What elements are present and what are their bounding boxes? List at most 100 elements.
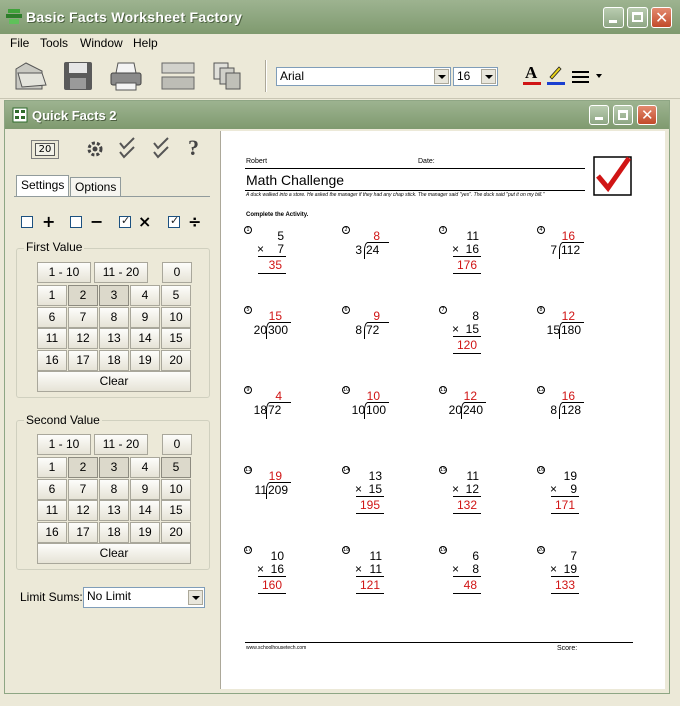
first-value-number-button[interactable]: 10: [161, 306, 191, 328]
first-value-number-button[interactable]: 9: [130, 306, 160, 328]
first-value-range-button[interactable]: 0: [162, 262, 192, 283]
divide-checkbox[interactable]: [168, 214, 180, 228]
second-value-number-button[interactable]: 12: [68, 500, 98, 521]
first-value-number-button[interactable]: 16: [37, 349, 67, 371]
second-value-number-button[interactable]: 11: [37, 500, 67, 521]
first-value-number-button[interactable]: 19: [130, 349, 160, 371]
second-value-number-button[interactable]: 2: [68, 457, 98, 478]
second-value-number-button[interactable]: 15: [161, 500, 191, 521]
help-icon[interactable]: ?: [188, 135, 199, 161]
font-size-select[interactable]: 16: [453, 67, 498, 86]
save-icon[interactable]: [60, 59, 96, 93]
multiplicand: 11: [369, 549, 382, 563]
preview-icon[interactable]: [160, 59, 196, 93]
second-value-clear-button[interactable]: Clear: [37, 543, 191, 564]
multiply-label: ×: [138, 212, 152, 231]
dividend: 100: [366, 403, 387, 417]
first-value-number-button[interactable]: 1: [37, 285, 67, 306]
second-value-number-button[interactable]: 6: [37, 478, 67, 500]
check-all-icon[interactable]: [152, 137, 174, 161]
first-value-number-button[interactable]: 2: [68, 285, 98, 306]
second-value-number-button[interactable]: 13: [99, 500, 129, 521]
first-value-number-button[interactable]: 17: [68, 349, 98, 371]
second-value-number-button[interactable]: 7: [68, 478, 98, 500]
maximize-button[interactable]: [627, 7, 648, 28]
divisor: 8: [550, 403, 557, 417]
add-checkbox[interactable]: [21, 216, 33, 228]
first-value-range-button[interactable]: 11 - 20: [94, 262, 148, 283]
second-value-range-button[interactable]: 0: [162, 434, 192, 455]
first-value-number-button[interactable]: 13: [99, 328, 129, 349]
first-value-number-button[interactable]: 15: [161, 328, 191, 349]
font-name-select[interactable]: Arial: [276, 67, 451, 86]
chevron-down-icon[interactable]: [481, 69, 496, 84]
second-value-number-button[interactable]: 10: [161, 478, 191, 500]
problem-number: 3: [439, 226, 447, 234]
font-name-value: Arial: [280, 69, 305, 83]
child-maximize-button[interactable]: [613, 105, 633, 125]
second-value-number-button[interactable]: 3: [99, 457, 129, 478]
open-icon[interactable]: [12, 59, 48, 93]
chevron-down-icon[interactable]: [188, 590, 203, 605]
second-value-number-button[interactable]: 14: [130, 500, 160, 521]
menu-help[interactable]: Help: [133, 36, 158, 50]
first-value-number-button[interactable]: 14: [130, 328, 160, 349]
first-value-number-button[interactable]: 11: [37, 328, 67, 349]
print-icon[interactable]: [108, 59, 144, 93]
first-value-range-button[interactable]: 1 - 10: [37, 262, 91, 283]
tab-settings[interactable]: Settings: [16, 175, 70, 197]
gear-icon[interactable]: [84, 138, 106, 160]
problem-number: 13: [244, 466, 252, 474]
second-value-number-button[interactable]: 9: [130, 478, 160, 500]
second-value-number-button[interactable]: 20: [161, 521, 191, 543]
answer: 10: [366, 389, 380, 403]
problem-count-box[interactable]: 20: [31, 140, 59, 159]
first-value-number-button[interactable]: 8: [99, 306, 129, 328]
first-value-number-button[interactable]: 4: [130, 285, 160, 306]
limit-sums-select[interactable]: No Limit: [83, 587, 205, 608]
answer: 176: [456, 258, 477, 272]
second-value-number-button[interactable]: 18: [99, 521, 129, 543]
dividend: 112: [561, 243, 581, 257]
second-value-number-button[interactable]: 1: [37, 457, 67, 478]
pages-icon[interactable]: [210, 59, 246, 93]
second-value-number-button[interactable]: 19: [130, 521, 160, 543]
second-value-number-button[interactable]: 5: [161, 457, 191, 478]
first-value-number-button[interactable]: 20: [161, 349, 191, 371]
problem-number: 5: [244, 306, 252, 314]
problem-number: 16: [537, 466, 545, 474]
second-value-number-button[interactable]: 17: [68, 521, 98, 543]
first-value-clear-button[interactable]: Clear: [37, 371, 191, 392]
child-minimize-button[interactable]: [589, 105, 609, 125]
child-close-button[interactable]: ✕: [637, 105, 657, 125]
highlight-color-button[interactable]: [546, 63, 566, 87]
multiplicand: 11: [466, 229, 479, 243]
menu-tools[interactable]: Tools: [40, 36, 68, 50]
check-icon[interactable]: [118, 137, 140, 161]
minimize-button[interactable]: [603, 7, 624, 28]
menu-window[interactable]: Window: [80, 36, 123, 50]
text-color-button[interactable]: A: [522, 63, 542, 87]
text-color-icon: A: [525, 63, 538, 82]
multiplier: 12: [465, 482, 479, 496]
answer: 12: [561, 309, 575, 323]
second-value-range-button[interactable]: 11 - 20: [94, 434, 148, 455]
multiply-checkbox[interactable]: [119, 214, 131, 228]
second-value-number-button[interactable]: 4: [130, 457, 160, 478]
chevron-down-icon[interactable]: [434, 69, 449, 84]
second-value-number-button[interactable]: 8: [99, 478, 129, 500]
close-button[interactable]: ✕: [651, 7, 672, 28]
first-value-number-button[interactable]: 6: [37, 306, 67, 328]
first-value-number-button[interactable]: 12: [68, 328, 98, 349]
line-style-button[interactable]: [572, 68, 602, 84]
second-value-number-button[interactable]: 16: [37, 521, 67, 543]
subtract-checkbox[interactable]: [70, 216, 82, 228]
second-value-range-button[interactable]: 1 - 10: [37, 434, 91, 455]
first-value-number-button[interactable]: 7: [68, 306, 98, 328]
first-value-number-button[interactable]: 3: [99, 285, 129, 306]
dividend: 209: [268, 483, 289, 497]
first-value-number-button[interactable]: 18: [99, 349, 129, 371]
tab-options[interactable]: Options: [70, 177, 122, 197]
menu-file[interactable]: File: [10, 36, 29, 50]
first-value-number-button[interactable]: 5: [161, 285, 191, 306]
